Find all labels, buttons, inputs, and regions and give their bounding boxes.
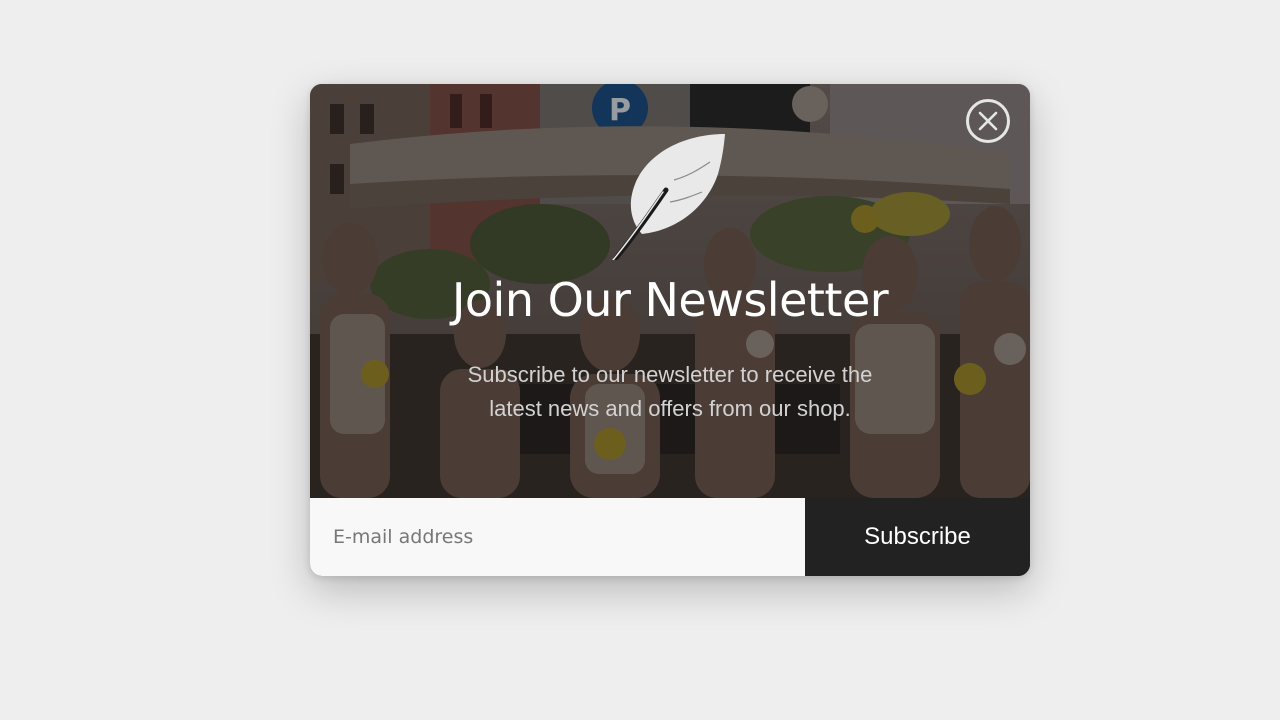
newsletter-popup: P Join Our Newsletter Subscribe to our n… bbox=[310, 84, 1030, 576]
feather-icon bbox=[612, 134, 725, 260]
hero-section: P Join Our Newsletter Subscribe to our n… bbox=[310, 84, 1030, 498]
subscribe-button[interactable]: Subscribe bbox=[805, 498, 1030, 576]
subscribe-form: Subscribe bbox=[310, 498, 1030, 576]
close-button[interactable] bbox=[966, 99, 1010, 143]
close-icon bbox=[978, 111, 998, 131]
popup-subtitle: Subscribe to our newsletter to receive t… bbox=[467, 362, 873, 421]
email-field[interactable] bbox=[310, 498, 805, 576]
popup-title: Join Our Newsletter bbox=[451, 273, 889, 327]
